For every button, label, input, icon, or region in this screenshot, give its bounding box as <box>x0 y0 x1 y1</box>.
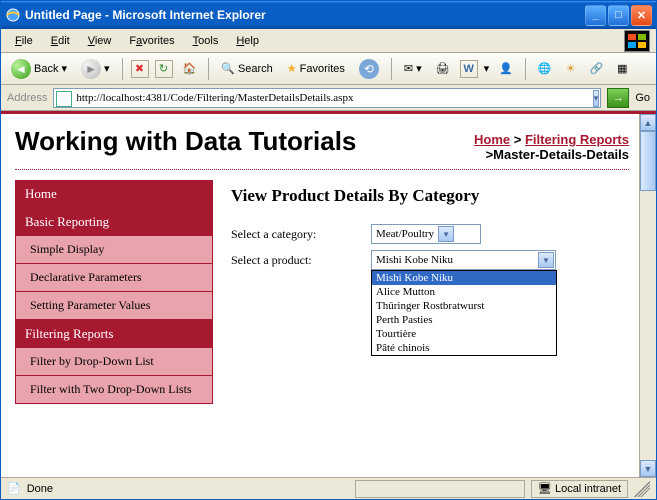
breadcrumb-current: Master-Details-Details <box>493 147 629 162</box>
address-dropdown-button[interactable]: ▾ <box>593 90 600 107</box>
globe-icon: 🌐 <box>538 62 552 75</box>
chevron-down-icon: ▾ <box>61 62 67 75</box>
sidebar-item-basic-reporting[interactable]: Basic Reporting <box>15 208 213 236</box>
scroll-up-button[interactable]: ▲ <box>640 114 656 131</box>
home-icon: 🏠 <box>183 62 197 75</box>
favorites-label: Favorites <box>300 63 345 75</box>
sidebar-item-filtering-reports[interactable]: Filtering Reports <box>15 320 213 348</box>
close-button[interactable]: ✕ <box>631 5 652 26</box>
dropdown-option[interactable]: Tourtière <box>372 327 556 341</box>
address-label: Address <box>7 92 47 104</box>
chevron-down-icon: ▼ <box>538 252 554 268</box>
menu-view[interactable]: View <box>80 33 120 49</box>
history-icon: ⟲ <box>359 59 379 79</box>
menubar: File Edit View Favorites Tools Help <box>1 29 656 53</box>
breadcrumb-section[interactable]: Filtering Reports <box>525 132 629 147</box>
content-heading: View Product Details By Category <box>231 186 629 206</box>
page-title: Working with Data Tutorials <box>15 126 356 157</box>
print-icon: 🖨 <box>436 62 450 75</box>
product-label: Select a product: <box>231 253 371 268</box>
breadcrumb-home[interactable]: Home <box>474 132 510 147</box>
chevron-down-icon: ▾ <box>104 62 110 75</box>
forward-button[interactable]: ►▾ <box>77 57 114 81</box>
dropdown-option[interactable]: Alice Mutton <box>372 285 556 299</box>
search-button[interactable]: 🔍Search <box>217 60 277 77</box>
stop-button[interactable]: ✖ <box>131 60 149 78</box>
messenger-button[interactable]: 👤 <box>495 60 517 77</box>
category-label: Select a category: <box>231 227 371 242</box>
menu-help[interactable]: Help <box>228 33 267 49</box>
star-icon: ★ <box>287 62 297 75</box>
windows-flag-icon <box>624 30 650 52</box>
window-title: Untitled Page - Microsoft Internet Explo… <box>25 8 585 22</box>
scroll-thumb[interactable] <box>640 131 656 191</box>
sidebar-item-filter-dropdown[interactable]: Filter by Drop-Down List <box>15 348 213 376</box>
mail-icon: ✉ <box>404 62 413 75</box>
titlebar: Untitled Page - Microsoft Internet Explo… <box>1 1 656 29</box>
search-icon: 🔍 <box>221 62 235 75</box>
dropdown-option[interactable]: Pâté chinois <box>372 341 556 355</box>
sun-icon: ☀ <box>566 62 576 75</box>
favorites-button[interactable]: ★Favorites <box>283 60 349 77</box>
mail-button[interactable]: ✉▾ <box>400 60 426 77</box>
maximize-button[interactable]: □ <box>608 5 629 26</box>
dropdown-option[interactable]: Perth Pasties <box>372 313 556 327</box>
sidebar-item-filter-two-dropdown[interactable]: Filter with Two Drop-Down Lists <box>15 376 213 404</box>
menu-tools[interactable]: Tools <box>185 33 227 49</box>
print-button[interactable]: 🖨 <box>432 60 454 77</box>
ext-icon-2[interactable]: ☀ <box>562 60 580 77</box>
grid-icon: ▦ <box>617 62 627 75</box>
minimize-button[interactable]: _ <box>585 5 606 26</box>
refresh-button[interactable]: ↻ <box>155 60 173 78</box>
resize-grip[interactable] <box>634 481 650 497</box>
go-label: Go <box>635 92 650 104</box>
ext-icon-3[interactable]: 🔗 <box>585 60 607 77</box>
history-button[interactable]: ⟲ <box>355 57 383 81</box>
sidebar: Home Basic Reporting Simple Display Decl… <box>15 180 213 404</box>
sidebar-item-setting-parameter-values[interactable]: Setting Parameter Values <box>15 292 213 320</box>
product-dropdown-list: Mishi Kobe Niku Alice Mutton Thüringer R… <box>371 270 557 356</box>
ie-icon <box>5 7 21 23</box>
sidebar-item-declarative-parameters[interactable]: Declarative Parameters <box>15 264 213 292</box>
address-input[interactable] <box>53 88 601 108</box>
divider <box>15 169 629 170</box>
toolbar: ◄Back ▾ ►▾ ✖ ↻ 🏠 🔍Search ★Favorites ⟲ ✉▾… <box>1 53 656 85</box>
status-text: Done <box>27 483 53 495</box>
product-selected-value: Mishi Kobe Niku <box>376 254 534 266</box>
back-label: Back <box>34 63 58 75</box>
menu-favorites[interactable]: Favorites <box>121 33 182 49</box>
zone-icon: 🖥 <box>538 482 552 495</box>
edit-button[interactable]: W <box>460 60 478 78</box>
status-bar: 📄 Done 🖥 Local intranet <box>1 477 656 499</box>
scroll-down-button[interactable]: ▼ <box>640 460 656 477</box>
menu-edit[interactable]: Edit <box>43 33 78 49</box>
go-button[interactable]: → <box>607 88 629 108</box>
content-area: Working with Data Tutorials Home > Filte… <box>1 111 656 477</box>
category-selected-value: Meat/Poultry <box>376 228 434 240</box>
vertical-scrollbar[interactable]: ▲ ▼ <box>639 114 656 477</box>
breadcrumb: Home > Filtering Reports >Master-Details… <box>474 132 629 162</box>
product-select[interactable]: Mishi Kobe Niku ▼ Mishi Kobe Niku Alice … <box>371 250 556 270</box>
menu-file[interactable]: File <box>7 33 41 49</box>
ext-icon-4[interactable]: ▦ <box>613 60 631 77</box>
home-button[interactable]: 🏠 <box>179 60 201 77</box>
back-icon: ◄ <box>11 59 31 79</box>
link-icon: 🔗 <box>589 62 603 75</box>
address-bar: Address ▾ → Go <box>1 85 656 111</box>
browser-window: Untitled Page - Microsoft Internet Explo… <box>0 0 657 500</box>
ext-icon-1[interactable]: 🌐 <box>534 60 556 77</box>
dropdown-option[interactable]: Thüringer Rostbratwurst <box>372 299 556 313</box>
sidebar-item-home[interactable]: Home <box>15 180 213 208</box>
dropdown-option[interactable]: Mishi Kobe Niku <box>372 271 556 285</box>
chevron-down-icon: ▼ <box>438 226 454 242</box>
sidebar-item-simple-display[interactable]: Simple Display <box>15 236 213 264</box>
back-button[interactable]: ◄Back ▾ <box>7 57 71 81</box>
search-label: Search <box>238 63 273 75</box>
messenger-icon: 👤 <box>499 62 513 75</box>
main-content: View Product Details By Category Select … <box>231 180 629 404</box>
page-icon: 📄 <box>7 482 21 495</box>
security-zone: Local intranet <box>555 483 621 495</box>
category-select[interactable]: Meat/Poultry ▼ <box>371 224 481 244</box>
forward-icon: ► <box>81 59 101 79</box>
